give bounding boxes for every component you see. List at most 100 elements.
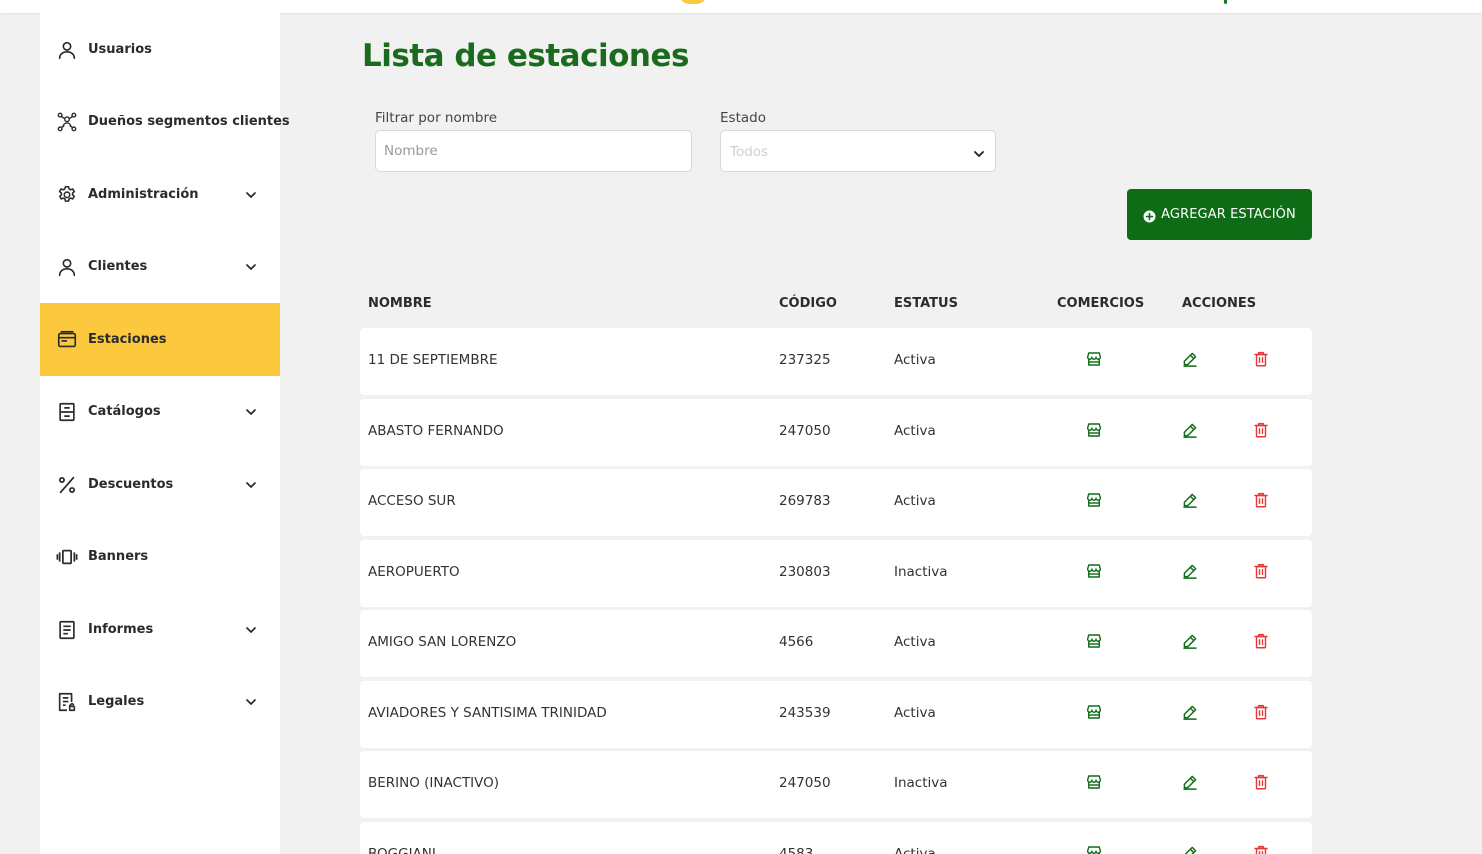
store-icon[interactable] [1085, 632, 1103, 650]
name-filter-input[interactable] [375, 130, 692, 172]
store-icon[interactable] [1085, 773, 1103, 791]
sidebar-item-descuentos[interactable]: Descuentos [40, 448, 280, 521]
station-status: Activa [894, 352, 936, 368]
edit-pencil-icon[interactable] [1181, 421, 1199, 439]
sidebar-item-estaciones[interactable]: Estaciones [40, 303, 280, 376]
name-filter-label: Filtrar por nombre [375, 110, 498, 126]
trash-icon[interactable] [1252, 632, 1270, 650]
column-header-status: ESTATUS [894, 296, 958, 311]
sidebar-item-label: Banners [88, 549, 149, 564]
trash-icon[interactable] [1252, 562, 1270, 580]
sidebar-item-label: Informes [88, 622, 154, 637]
station-name: 11 DE SEPTIEMBRE [368, 352, 498, 368]
status-filter-value: Todos [730, 144, 769, 160]
station-status: Inactiva [894, 564, 948, 580]
users-network-icon [56, 111, 78, 133]
sidebar-item-label: Estaciones [88, 332, 167, 347]
column-header-code: CÓDIGO [779, 296, 837, 311]
percent-icon [56, 474, 78, 496]
station-code: 237325 [779, 352, 831, 368]
table-row: BOGGIANI 4583 Activa [360, 822, 1312, 854]
chevron-down-icon[interactable] [243, 187, 259, 203]
column-header-name: NOMBRE [368, 296, 432, 311]
sidebar-item-label: Legales [88, 694, 145, 709]
sidebar-item-clientes[interactable]: Clientes [40, 230, 280, 303]
station-code: 230803 [779, 564, 831, 580]
column-header-actions: ACCIONES [1182, 296, 1257, 311]
sidebar-item-label: Catálogos [88, 404, 161, 419]
trash-icon[interactable] [1252, 421, 1270, 439]
chevron-down-icon[interactable] [243, 622, 259, 638]
chevron-down-icon[interactable] [243, 694, 259, 710]
brand-logo [678, 0, 708, 4]
chevron-down-icon[interactable] [243, 404, 259, 420]
edit-pencil-icon[interactable] [1181, 632, 1199, 650]
station-code: 243539 [779, 705, 831, 721]
store-icon[interactable] [1085, 703, 1103, 721]
sidebar-item-informes[interactable]: Informes [40, 593, 280, 666]
plus-circle-icon [1143, 208, 1156, 223]
store-icon[interactable] [1085, 421, 1103, 439]
table-row: ABASTO FERNANDO 247050 Activa [360, 399, 1312, 466]
store-icon[interactable] [1085, 350, 1103, 368]
edit-pencil-icon[interactable] [1181, 491, 1199, 509]
trash-icon[interactable] [1252, 844, 1270, 854]
user-icon [56, 39, 78, 61]
station-name: BERINO (INACTIVO) [368, 775, 500, 791]
sidebar-item-duenos-segmentos[interactable]: Dueños segmentos clientes [40, 85, 290, 158]
edit-pencil-icon[interactable] [1181, 350, 1199, 368]
table-row: 11 DE SEPTIEMBRE 237325 Activa [360, 328, 1312, 395]
station-name: ABASTO FERNANDO [368, 423, 504, 439]
catalog-icon [56, 401, 78, 423]
station-name: AVIADORES Y SANTISIMA TRINIDAD [368, 705, 607, 721]
station-code: 4583 [779, 846, 814, 854]
store-icon[interactable] [1085, 844, 1103, 854]
sidebar-item-usuarios[interactable]: Usuarios [40, 13, 280, 86]
sidebar-item-legales[interactable]: Legales [40, 665, 280, 738]
station-name: ACCESO SUR [368, 493, 456, 509]
table-row: BERINO (INACTIVO) 247050 Inactiva [360, 751, 1312, 818]
chevron-down-icon[interactable] [243, 477, 259, 493]
table-row: AMIGO SAN LORENZO 4566 Activa [360, 610, 1312, 677]
sidebar-item-label: Descuentos [88, 477, 174, 492]
report-icon [56, 619, 78, 641]
station-status: Activa [894, 423, 936, 439]
sidebar-item-label: Clientes [88, 259, 148, 274]
store-icon[interactable] [1085, 562, 1103, 580]
edit-pencil-icon[interactable] [1181, 773, 1199, 791]
station-status: Activa [894, 846, 936, 854]
chevron-down-icon [971, 146, 987, 162]
table-row: AEROPUERTO 230803 Inactiva [360, 540, 1312, 607]
edit-pencil-icon[interactable] [1181, 844, 1199, 854]
station-code: 4566 [779, 634, 814, 650]
gear-icon [56, 184, 78, 206]
add-station-label: AGREGAR ESTACIÓN [1161, 207, 1296, 222]
trash-icon[interactable] [1252, 350, 1270, 368]
store-icon[interactable] [1085, 491, 1103, 509]
sidebar-item-catalogos[interactable]: Catálogos [40, 375, 280, 448]
edit-pencil-icon[interactable] [1181, 562, 1199, 580]
sidebar-item-label: Dueños segmentos clientes [88, 114, 290, 129]
station-name: AEROPUERTO [368, 564, 460, 580]
trash-icon[interactable] [1252, 703, 1270, 721]
status-filter-select[interactable]: Todos [720, 130, 996, 172]
add-station-button[interactable]: AGREGAR ESTACIÓN [1127, 189, 1312, 240]
sidebar-item-label: Usuarios [88, 42, 152, 57]
column-header-commerce: COMERCIOS [1057, 296, 1145, 311]
table-row: AVIADORES Y SANTISIMA TRINIDAD 243539 Acti… [360, 681, 1312, 748]
station-status: Activa [894, 493, 936, 509]
station-name: BOGGIANI [368, 846, 436, 854]
trash-icon[interactable] [1252, 491, 1270, 509]
sidebar-item-banners[interactable]: Banners [40, 520, 280, 593]
sidebar-item-label: Administración [88, 187, 199, 202]
station-code: 247050 [779, 775, 831, 791]
table-row: ACCESO SUR 269783 Activa [360, 469, 1312, 536]
station-status: Inactiva [894, 775, 948, 791]
station-status: Activa [894, 705, 936, 721]
user-icon [56, 256, 78, 278]
edit-pencil-icon[interactable] [1181, 703, 1199, 721]
chevron-down-icon[interactable] [243, 259, 259, 275]
trash-icon[interactable] [1252, 773, 1270, 791]
legal-document-icon [56, 691, 78, 713]
sidebar-item-administracion[interactable]: Administración [40, 158, 280, 231]
